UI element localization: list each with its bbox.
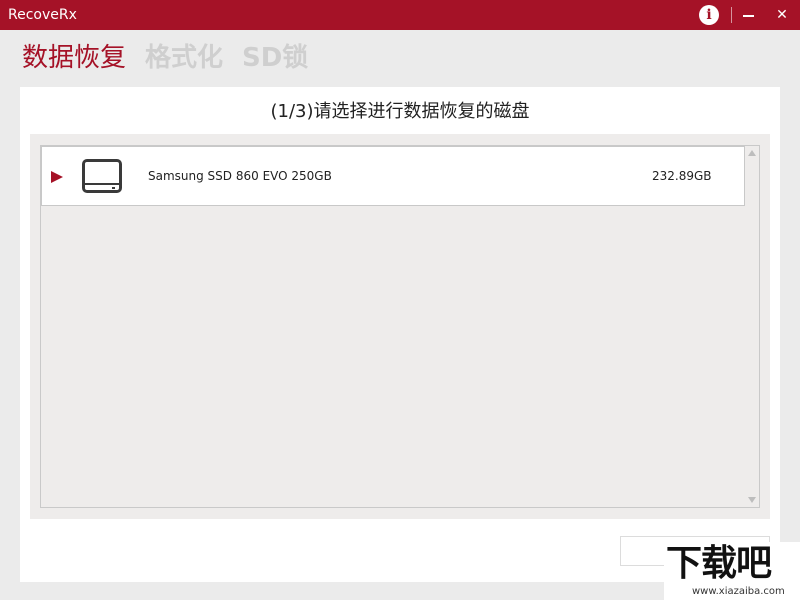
disk-list: Samsung SSD 860 EVO 250GB 232.89GB	[40, 145, 760, 508]
scroll-down-arrow-icon[interactable]	[748, 497, 756, 503]
disk-list-item[interactable]: Samsung SSD 860 EVO 250GB 232.89GB	[41, 146, 745, 206]
watermark-logo: 下载吧 www.xiazaiba.com	[664, 542, 800, 600]
minimize-icon[interactable]	[743, 15, 754, 17]
tab-format[interactable]: 格式化	[145, 40, 223, 76]
info-icon[interactable]: i	[699, 5, 719, 25]
step-title: (1/3)请选择进行数据恢复的磁盘	[270, 101, 530, 122]
watermark-url: www.xiazaiba.com	[692, 586, 785, 597]
scroll-up-arrow-icon[interactable]	[748, 150, 756, 156]
main-panel: (1/3)请选择进行数据恢复的磁盘 Samsung SSD 860 EVO 25…	[20, 87, 780, 582]
titlebar-divider	[731, 7, 732, 23]
title-bar: RecoveRx i ✕	[0, 0, 800, 30]
vertical-scrollbar[interactable]	[745, 146, 759, 507]
disk-name: Samsung SSD 860 EVO 250GB	[148, 169, 332, 183]
hard-drive-icon	[82, 159, 122, 193]
disk-size: 232.89GB	[652, 169, 712, 183]
disk-list-container: Samsung SSD 860 EVO 250GB 232.89GB	[30, 134, 770, 519]
expand-arrow-icon[interactable]	[51, 171, 63, 183]
tab-sd-lock[interactable]: SD锁	[242, 40, 308, 76]
close-icon[interactable]: ✕	[774, 5, 790, 25]
tab-data-recovery[interactable]: 数据恢复	[22, 40, 126, 76]
watermark-text: 下载吧	[666, 543, 772, 584]
app-title: RecoveRx	[8, 7, 77, 23]
